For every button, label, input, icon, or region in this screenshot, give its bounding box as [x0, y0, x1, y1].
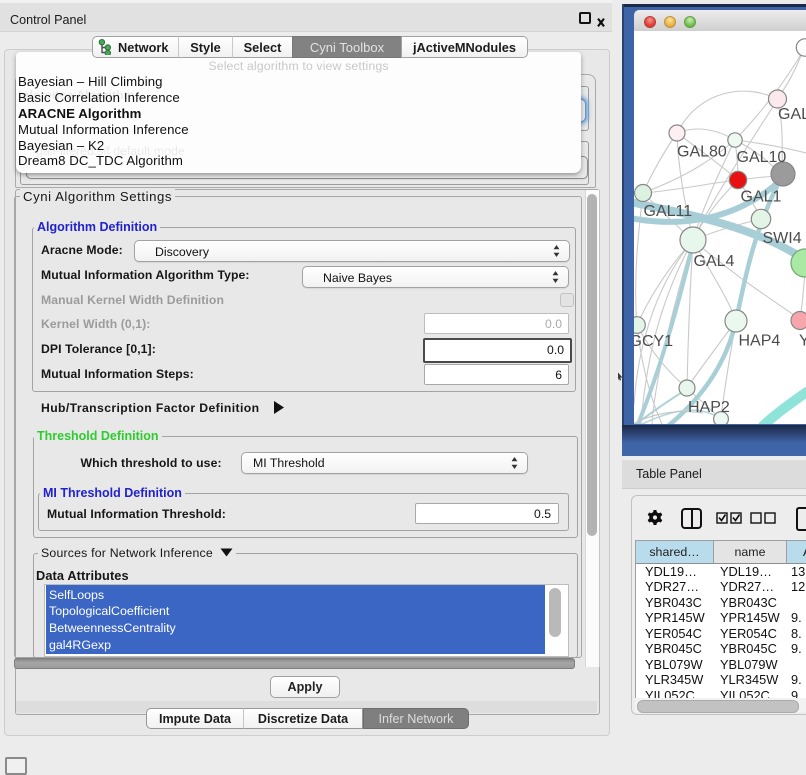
- svg-text:GAL10: GAL10: [737, 149, 787, 166]
- svg-text:GAL11: GAL11: [644, 203, 693, 220]
- svg-text:GAL: GAL: [778, 106, 806, 123]
- svg-text:GCY1: GCY1: [634, 333, 673, 350]
- svg-text:GAL1: GAL1: [741, 189, 782, 206]
- svg-text:Y: Y: [799, 333, 806, 350]
- svg-text:HAP4: HAP4: [739, 333, 781, 350]
- svg-text:GAL80: GAL80: [677, 144, 727, 161]
- svg-text:SWI4: SWI4: [763, 230, 802, 247]
- svg-text:HAP2: HAP2: [688, 399, 730, 416]
- svg-text:GAL4: GAL4: [694, 253, 735, 270]
